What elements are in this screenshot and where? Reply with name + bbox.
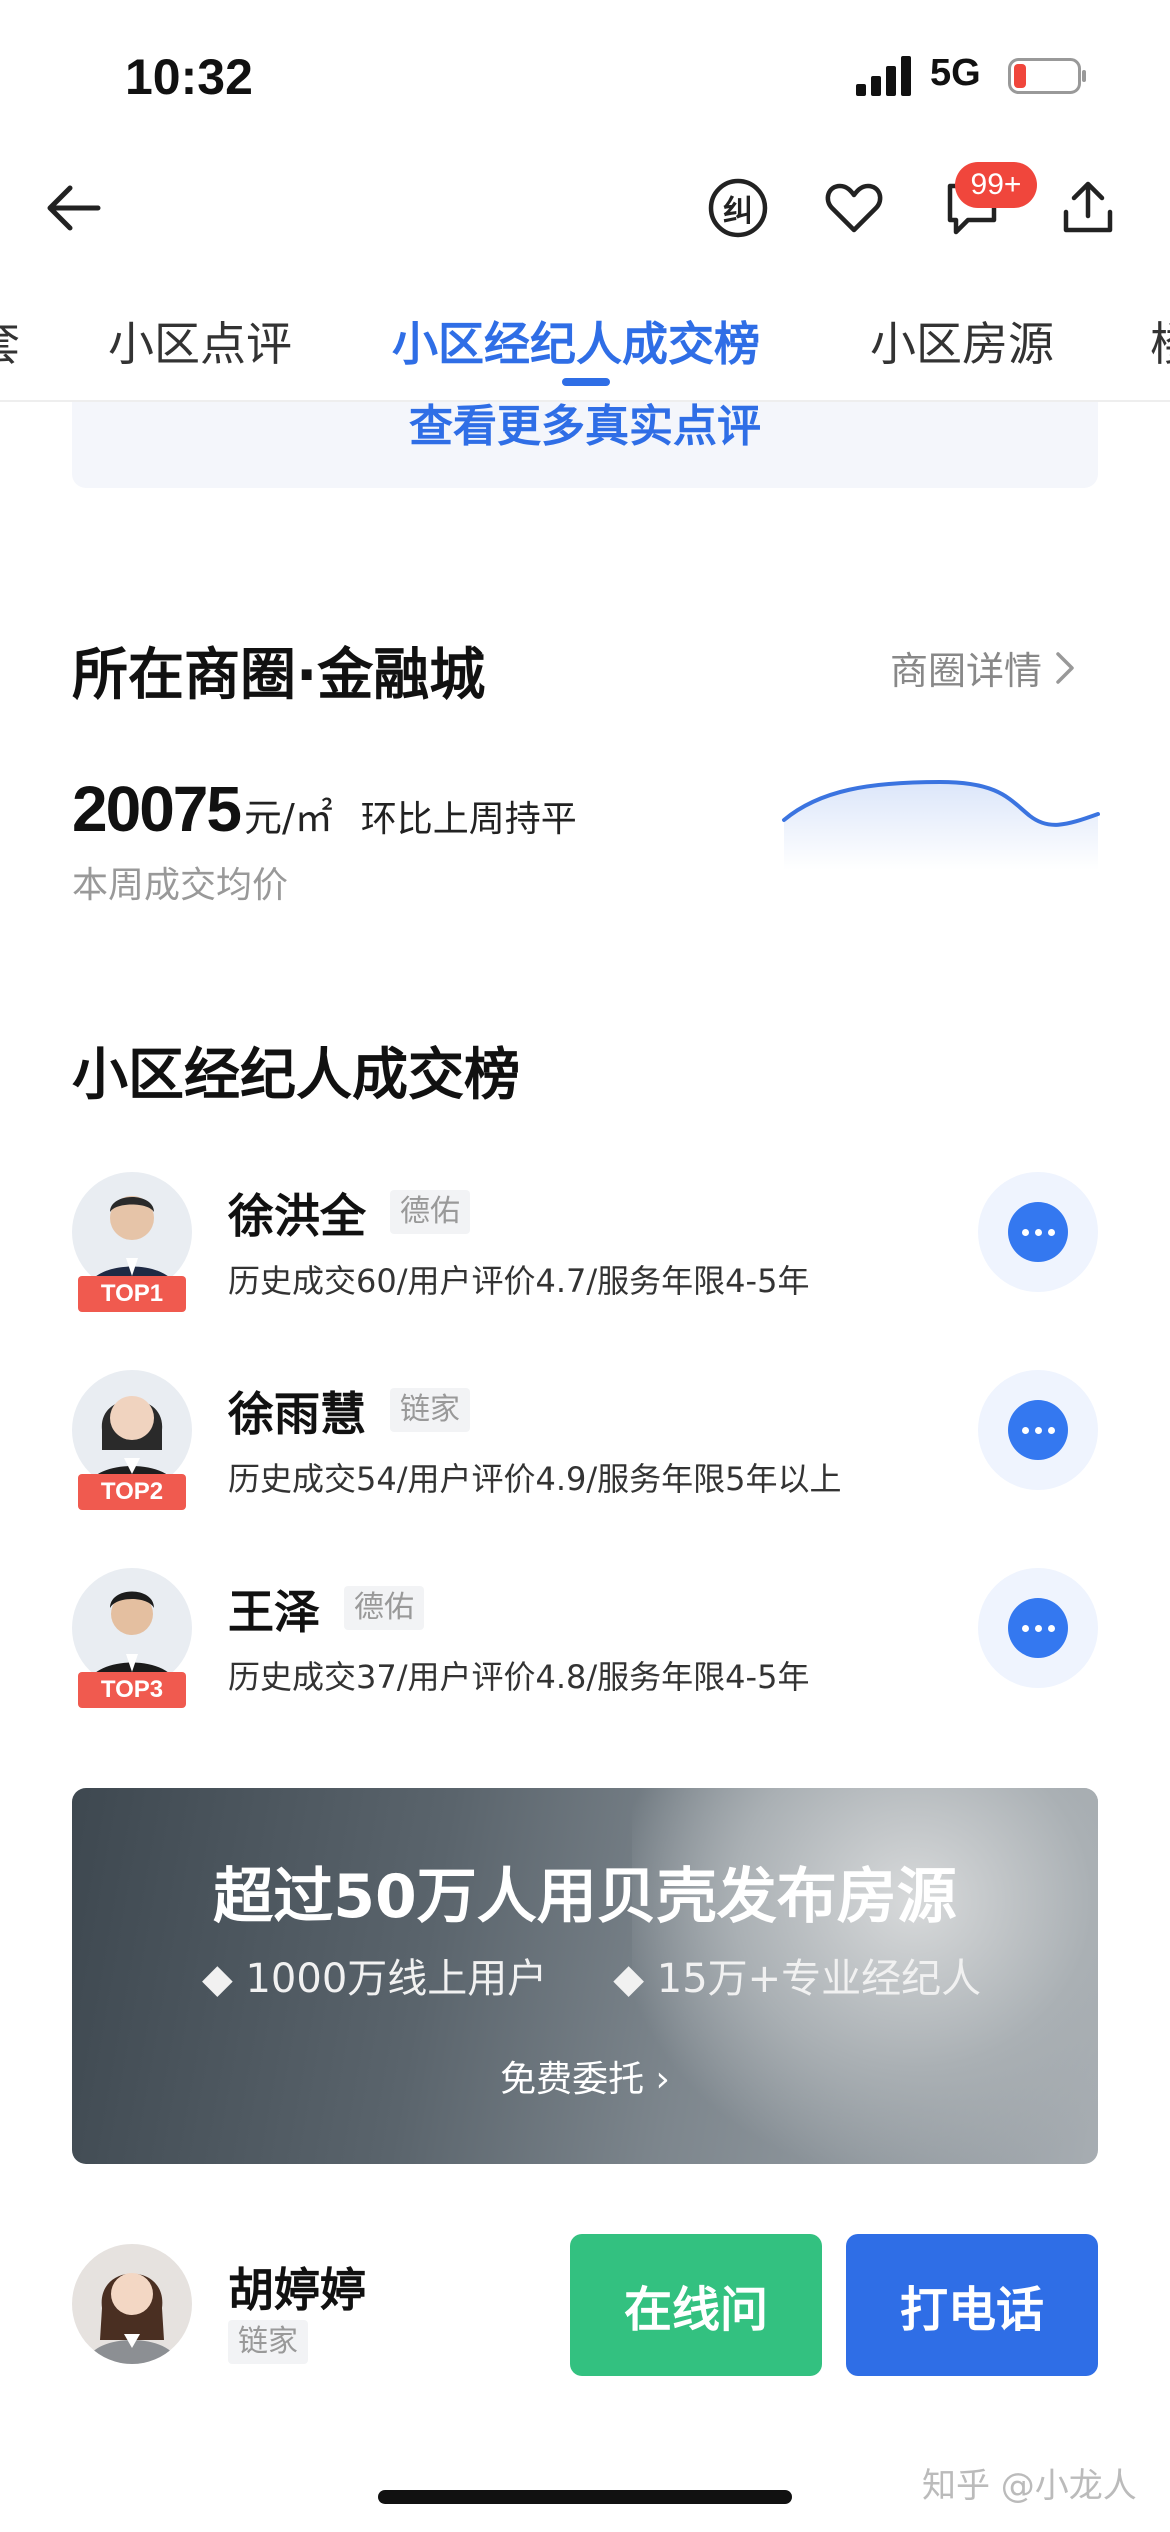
bottom-contact-bar: 胡婷婷 链家 在线问 打电话 (0, 2220, 1170, 2400)
chat-button[interactable] (978, 1172, 1098, 1292)
chevron-right-icon (1056, 651, 1074, 684)
watermark: 知乎 @小龙人 (922, 2466, 1137, 2506)
agent-stats: 历史成交37/用户评价4.8/服务年限4-5年 (228, 1658, 810, 1696)
free-entrust-button[interactable]: 免费委托 › (72, 2050, 1098, 2102)
agent-stats: 历史成交54/用户评价4.9/服务年限5年以上 (228, 1460, 842, 1498)
tab-agent-ranking[interactable]: 小区经纪人成交榜 (392, 308, 760, 374)
agent-avatar (72, 2244, 192, 2364)
status-time: 10:32 (125, 49, 253, 105)
banner-point-text: 15万+专业经纪人 (656, 1956, 982, 2002)
tab-partial-right[interactable]: 楼 (1150, 308, 1170, 374)
rank-tag: TOP2 (78, 1474, 186, 1510)
home-indicator[interactable] (378, 2490, 792, 2504)
banner-point-text: 1000万线上用户 (245, 1956, 548, 2002)
agent-name: 徐雨慧 (228, 1387, 366, 1441)
agent-card-3[interactable]: TOP3 王泽 德佑 历史成交37/用户评价4.8/服务年限4-5年 (72, 1568, 1098, 1718)
chat-bubble-icon (1008, 1598, 1068, 1658)
price-change: 环比上周持平 (360, 799, 577, 840)
agent-avatar (72, 1568, 192, 1688)
back-icon[interactable] (38, 172, 110, 244)
agent-card-2[interactable]: TOP2 徐雨慧 链家 历史成交54/用户评价4.9/服务年限5年以上 (72, 1370, 1098, 1520)
network-type: 5G (930, 52, 981, 94)
business-circle-detail-link[interactable]: 商圈详情 (890, 640, 1078, 695)
chat-button[interactable] (978, 1370, 1098, 1490)
agent-ranking-title: 小区经纪人成交榜 (72, 1043, 520, 1108)
agent-stats: 历史成交60/用户评价4.7/服务年限4-5年 (228, 1262, 810, 1300)
average-price: 20075 元/㎡ 环比上周持平 (72, 772, 577, 846)
banner-points: ◆ 1000万线上用户 ◆ 15万+专业经纪人 (202, 1946, 981, 2004)
contact-agent-name: 胡婷婷 (228, 2263, 366, 2317)
battery-icon (1008, 58, 1086, 94)
rank-tag: TOP3 (78, 1672, 186, 1708)
banner-point: ◆ 1000万线上用户 (202, 1956, 548, 2002)
contact-agent-brand: 链家 (228, 2320, 308, 2364)
agent-card-1[interactable]: TOP1 徐洪全 德佑 历史成交60/用户评价4.7/服务年限4-5年 (72, 1172, 1098, 1322)
rank-tag: TOP1 (78, 1276, 186, 1312)
tab-community-review[interactable]: 小区点评 (108, 308, 292, 374)
agent-avatar (72, 1172, 192, 1292)
tab-community-listings[interactable]: 小区房源 (870, 308, 1054, 374)
price-trend-sparkline (782, 779, 1100, 870)
favorite-heart-icon[interactable] (818, 172, 890, 244)
chevron-right-icon: › (655, 2059, 670, 2100)
tab-bar: 套 小区点评 小区经纪人成交榜 小区房源 楼 (0, 272, 1170, 402)
listing-promo-banner[interactable]: 超过50万人用贝壳发布房源 ◆ 1000万线上用户 ◆ 15万+专业经纪人 免费… (72, 1788, 1098, 2164)
price-value: 20075 (72, 773, 242, 845)
banner-point: ◆ 15万+专业经纪人 (613, 1956, 982, 2002)
agent-name: 王泽 (228, 1585, 320, 1639)
chat-bubble-icon (1008, 1202, 1068, 1262)
online-inquiry-button[interactable]: 在线问 (570, 2234, 822, 2376)
tab-partial-left[interactable]: 套 (0, 308, 20, 374)
agent-name: 徐洪全 (228, 1189, 366, 1243)
call-button[interactable]: 打电话 (846, 2234, 1098, 2376)
business-circle-title: 所在商圈·金融城 (72, 643, 486, 708)
status-bar: 10:32 5G (0, 0, 1170, 150)
banner-title: 超过50万人用贝壳发布房源 (213, 1862, 957, 1932)
agent-avatar (72, 1370, 192, 1490)
message-count-badge: 99+ (955, 162, 1037, 208)
chat-button[interactable] (978, 1568, 1098, 1688)
agent-brand-tag: 德佑 (344, 1586, 424, 1630)
agent-brand-tag: 德佑 (390, 1190, 470, 1234)
signal-icon (856, 56, 911, 96)
detail-link-label: 商圈详情 (890, 649, 1043, 693)
share-icon[interactable] (1052, 172, 1124, 244)
correction-icon[interactable]: 纠 (702, 172, 774, 244)
price-unit: 元/㎡ (243, 796, 333, 840)
free-entrust-label: 免费委托 (500, 2059, 645, 2100)
active-tab-indicator (562, 378, 610, 386)
price-label: 本周成交均价 (72, 865, 289, 906)
correction-icon-text: 纠 (723, 194, 753, 229)
chat-bubble-icon (1008, 1400, 1068, 1460)
agent-brand-tag: 链家 (390, 1388, 470, 1432)
